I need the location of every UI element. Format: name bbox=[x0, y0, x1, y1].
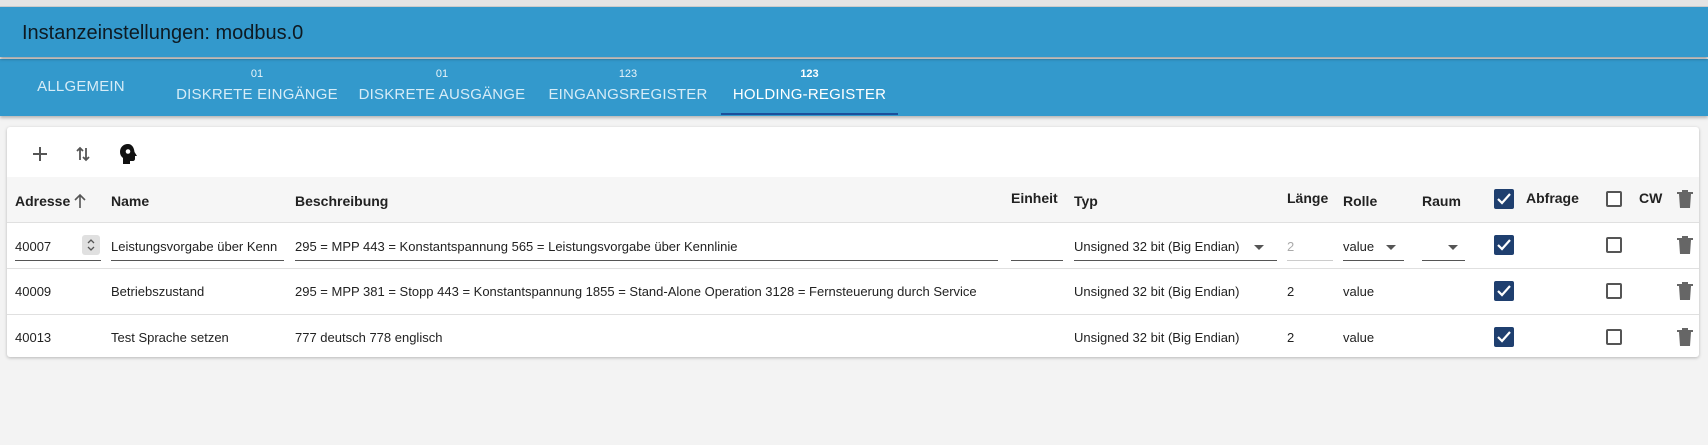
stepper-arrows-icon bbox=[87, 239, 95, 251]
col-room: Raum bbox=[1422, 193, 1461, 209]
trash-icon[interactable] bbox=[1676, 327, 1694, 347]
length-value: 2 bbox=[1287, 239, 1295, 254]
tab-diskrete-eingaenge[interactable]: 01 DISKRETE EINGÄNGE bbox=[171, 59, 343, 116]
col-length: Länge bbox=[1287, 190, 1329, 206]
active-tab-indicator bbox=[721, 113, 898, 115]
col-description: Beschreibung bbox=[295, 193, 389, 209]
cw-checkbox[interactable] bbox=[1606, 283, 1622, 299]
checkmark-icon bbox=[1497, 331, 1511, 343]
tab-badge: 01 bbox=[435, 68, 449, 80]
tab-badge: 123 bbox=[800, 68, 819, 80]
plus-icon bbox=[33, 147, 47, 161]
checkmark-icon bbox=[1497, 239, 1511, 251]
name-value: Leistungsvorgabe über Kenn bbox=[111, 239, 278, 254]
address-stepper[interactable] bbox=[82, 235, 100, 255]
tab-allgemein[interactable]: ALLGEMEIN bbox=[26, 59, 136, 116]
add-button[interactable] bbox=[23, 137, 57, 171]
tab-label: ALLGEMEIN bbox=[37, 78, 125, 95]
col-type: Typ bbox=[1074, 193, 1098, 209]
table-row[interactable]: 40009 Betriebszustand 295 = MPP 381 = St… bbox=[7, 269, 1699, 315]
chevron-down-icon bbox=[1386, 245, 1396, 250]
poll-checkbox[interactable] bbox=[1494, 281, 1514, 301]
page-title: Instanzeinstellungen: modbus.0 bbox=[22, 22, 304, 44]
type-value: Unsigned 32 bit (Big Endian) bbox=[1074, 330, 1240, 345]
tab-bar: ALLGEMEIN 01 DISKRETE EINGÄNGE 01 DISKRE… bbox=[0, 59, 1708, 116]
length-input: 2 bbox=[1287, 233, 1333, 261]
description-input[interactable]: 295 = MPP 443 = Konstantspannung 565 = L… bbox=[295, 233, 998, 261]
description-value: 777 deutsch 778 englisch bbox=[295, 330, 443, 345]
tab-badge: 01 bbox=[250, 68, 264, 80]
cw-checkbox[interactable] bbox=[1606, 329, 1622, 345]
name-input[interactable]: Leistungsvorgabe über Kenn bbox=[111, 233, 284, 261]
sort-arrows-icon bbox=[76, 146, 90, 162]
window-top-strip bbox=[0, 0, 1708, 7]
col-poll: Abfrage bbox=[1526, 190, 1579, 206]
trash-icon[interactable] bbox=[1676, 189, 1694, 209]
cw-checkbox[interactable] bbox=[1606, 237, 1622, 253]
type-value: Unsigned 32 bit (Big Endian) bbox=[1074, 239, 1240, 254]
table-row[interactable]: 40013 Test Sprache setzen 777 deutsch 77… bbox=[7, 315, 1699, 360]
length-value: 2 bbox=[1287, 284, 1295, 299]
role-value: value bbox=[1343, 284, 1375, 299]
tab-diskrete-ausgaenge[interactable]: 01 DISKRETE AUSGÄNGE bbox=[357, 59, 527, 116]
cw-all-checkbox[interactable] bbox=[1606, 191, 1622, 207]
name-value: Test Sprache setzen bbox=[111, 330, 229, 345]
poll-all-checkbox[interactable] bbox=[1494, 189, 1514, 209]
room-select[interactable] bbox=[1422, 233, 1465, 261]
col-role: Rolle bbox=[1343, 193, 1378, 209]
table-row[interactable]: 40007 Leistungsvorgabe über Kenn 295 = M… bbox=[7, 223, 1699, 269]
description-value: 295 = MPP 381 = Stopp 443 = Konstantspan… bbox=[295, 284, 977, 299]
address-value: 40013 bbox=[15, 330, 52, 345]
checkmark-icon bbox=[1497, 193, 1511, 205]
expert-mode-button[interactable] bbox=[111, 137, 145, 171]
type-value: Unsigned 32 bit (Big Endian) bbox=[1074, 284, 1240, 299]
sort-ascending-icon[interactable] bbox=[73, 193, 87, 209]
name-value: Betriebszustand bbox=[111, 284, 205, 299]
role-value: value bbox=[1343, 330, 1375, 345]
tab-eingangsregister[interactable]: 123 EINGANGSREGISTER bbox=[548, 59, 708, 116]
head-profile-icon bbox=[120, 144, 137, 164]
description-value: 295 = MPP 443 = Konstantspannung 565 = L… bbox=[295, 239, 738, 254]
unit-input[interactable] bbox=[1011, 233, 1063, 261]
address-value: 40007 bbox=[15, 239, 52, 254]
title-bar: Instanzeinstellungen: modbus.0 bbox=[0, 7, 1708, 57]
sort-button[interactable] bbox=[66, 137, 100, 171]
trash-icon[interactable] bbox=[1676, 281, 1694, 301]
role-value: value bbox=[1343, 239, 1375, 254]
col-unit: Einheit bbox=[1011, 190, 1058, 206]
trash-icon[interactable] bbox=[1676, 235, 1694, 255]
chevron-down-icon bbox=[1254, 245, 1264, 250]
col-cw: CW bbox=[1639, 190, 1663, 206]
tab-label: EINGANGSREGISTER bbox=[548, 86, 708, 103]
tab-badge: 123 bbox=[618, 68, 638, 80]
length-value: 2 bbox=[1287, 330, 1295, 345]
poll-checkbox[interactable] bbox=[1494, 327, 1514, 347]
chevron-down-icon bbox=[1448, 245, 1458, 250]
tab-label: DISKRETE EINGÄNGE bbox=[176, 86, 338, 103]
address-value: 40009 bbox=[15, 284, 52, 299]
register-table-panel: Adresse Name Beschreibung Einheit Typ Lä… bbox=[7, 127, 1699, 357]
table-header: Adresse Name Beschreibung Einheit Typ Lä… bbox=[7, 177, 1699, 223]
poll-checkbox[interactable] bbox=[1494, 235, 1514, 255]
col-name: Name bbox=[111, 193, 150, 209]
col-address[interactable]: Adresse bbox=[15, 193, 70, 209]
tab-label: DISKRETE AUSGÄNGE bbox=[358, 86, 526, 103]
checkmark-icon bbox=[1497, 285, 1511, 297]
tab-label: HOLDING-REGISTER bbox=[732, 86, 887, 103]
tab-holding-register[interactable]: 123 HOLDING-REGISTER bbox=[721, 59, 898, 116]
type-select[interactable]: Unsigned 32 bit (Big Endian) bbox=[1074, 233, 1277, 261]
